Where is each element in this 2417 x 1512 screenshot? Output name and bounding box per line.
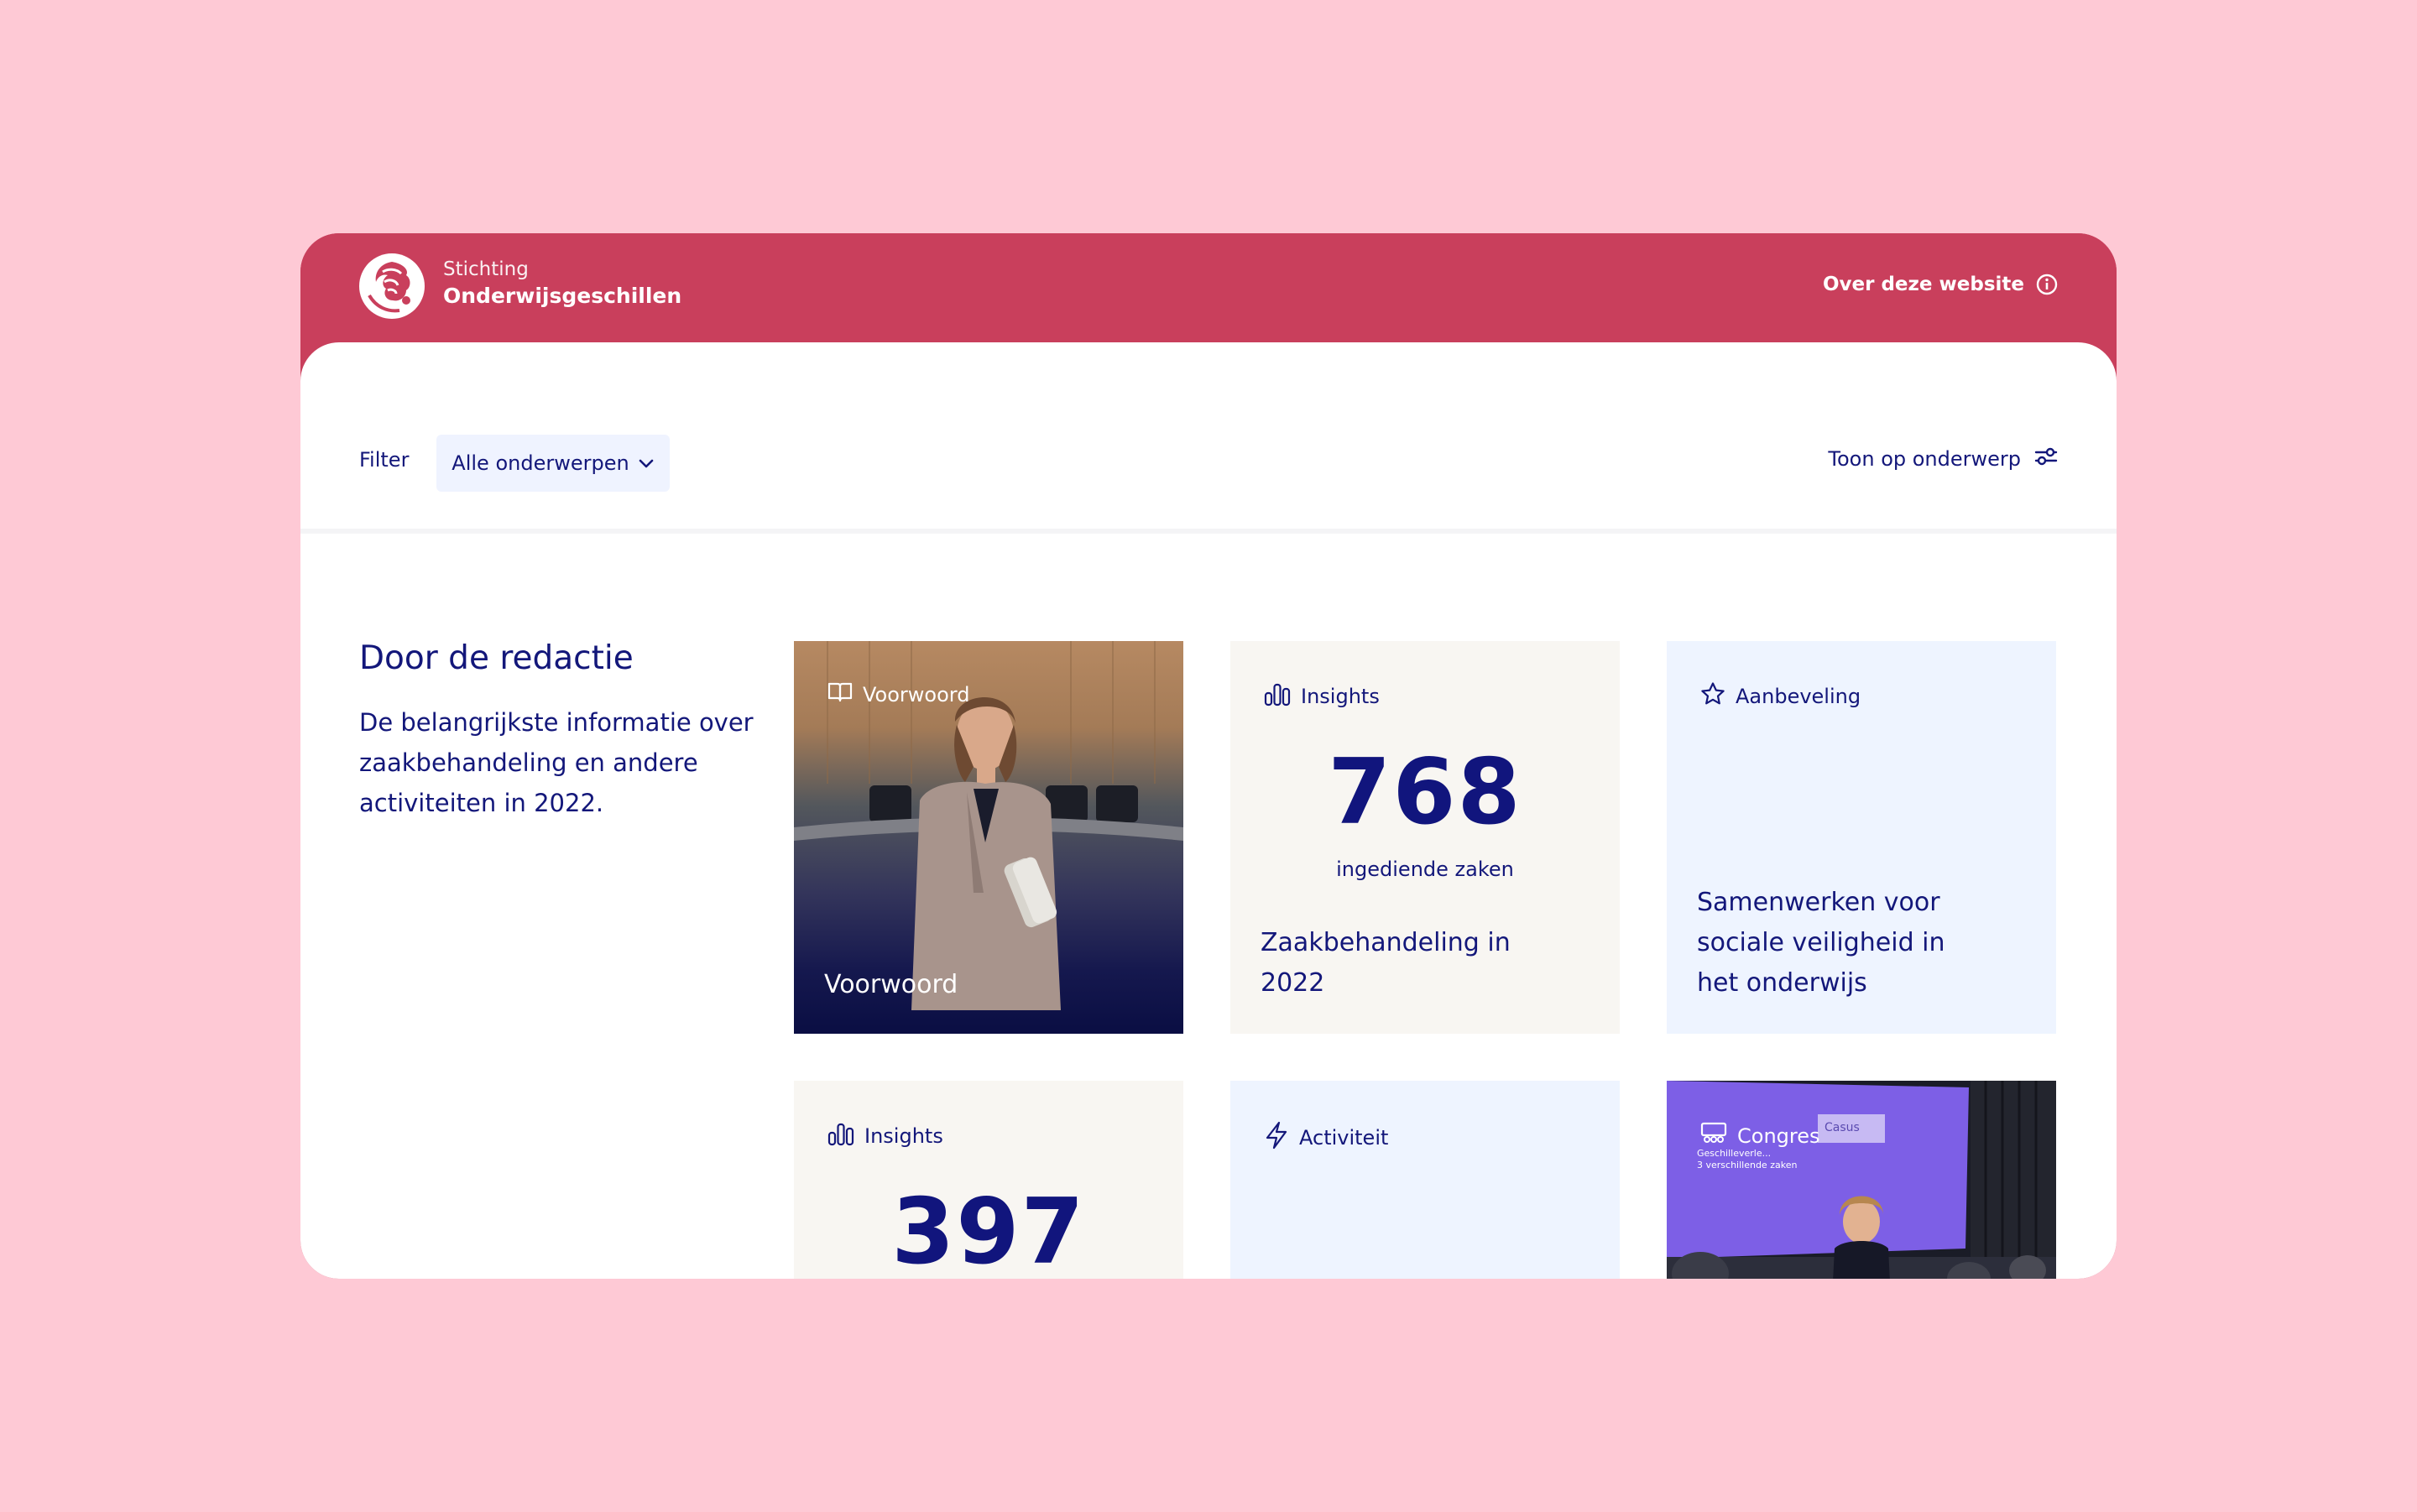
card-category: Insights (1264, 681, 1380, 712)
card-title: Samenwerken voor sociale veiligheid in h… (1697, 888, 1945, 998)
about-website-link[interactable]: Over deze website (1823, 274, 2058, 295)
card-congres[interactable]: Casus Geschilleverle... 3 verschillende … (1667, 1081, 2056, 1279)
topic-filter-dropdown[interactable]: Alle onderwerpen (436, 435, 670, 492)
brand-main-text: Onderwijsgeschillen (443, 284, 682, 309)
filter-label: Filter (359, 448, 410, 472)
slide-bullet: 3 verschillende zaken (1697, 1160, 1798, 1170)
card-category-label: Insights (1301, 685, 1380, 708)
chevron-down-icon (638, 451, 655, 475)
stat-number: 397 (891, 1180, 1086, 1279)
stat-caption: ingediende zaken (1336, 858, 1514, 881)
browser-window: Stichting Onderwijsgeschillen Over deze … (300, 233, 2117, 1279)
card-aanbeveling[interactable]: Aanbeveling Samenwerken voor sociale vei… (1667, 641, 2056, 1034)
main-content: Filter Alle onderwerpen Toon op onderwer… (300, 342, 2117, 1279)
card-category-label: Aanbeveling (1736, 685, 1861, 708)
card-insights-397[interactable]: Insights 397 (794, 1081, 1183, 1279)
editorial-intro: Door de redactie De belangrijkste inform… (359, 639, 754, 823)
star-icon (1700, 681, 1725, 712)
bar-chart-icon (827, 1121, 854, 1151)
card-title: Voorwoord (824, 970, 958, 999)
book-icon (827, 681, 853, 708)
brand-small-text: Stichting (443, 258, 529, 280)
card-category-label: Voorwoord (863, 683, 970, 706)
stat-number: 768 (1328, 740, 1522, 845)
card-activiteit[interactable]: Activiteit (1230, 1081, 1620, 1279)
congress-photo (1667, 1081, 2056, 1279)
card-insights-768[interactable]: Insights 768 ingediende zaken Zaakbehand… (1230, 641, 1620, 1034)
card-category: Aanbeveling (1700, 681, 1861, 712)
presentation-icon (1700, 1121, 1727, 1151)
card-category-label: Insights (864, 1124, 943, 1148)
site-header: Stichting Onderwijsgeschillen Over deze … (300, 233, 2117, 344)
show-by-topic-toggle[interactable]: Toon op onderwerp (1828, 446, 2058, 472)
filter-bar: Filter Alle onderwerpen Toon op onderwer… (300, 342, 2117, 534)
card-category: Insights (827, 1121, 943, 1151)
info-icon (2036, 274, 2058, 295)
bar-chart-icon (1264, 681, 1291, 712)
sliders-icon (2034, 446, 2058, 472)
card-category: Voorwoord (827, 681, 969, 708)
section-title: Door de redactie (359, 639, 634, 677)
card-voorwoord[interactable]: Voorwoord Voorwoord (794, 641, 1183, 1034)
onderwijsgeschillen-logo-icon[interactable] (358, 252, 426, 321)
card-title: Zaakbehandeling in 2022 (1261, 928, 1511, 998)
lightning-icon (1264, 1121, 1289, 1155)
section-description: De belangrijkste informatie over zaakbeh… (359, 708, 754, 817)
topic-filter-value: Alle onderwerpen (452, 451, 629, 475)
card-category-label: Activiteit (1299, 1126, 1389, 1150)
brand-name[interactable]: Stichting Onderwijsgeschillen (443, 258, 681, 309)
card-category-label: Congres (1737, 1124, 1820, 1148)
about-website-label: Over deze website (1822, 274, 2024, 295)
slide-title: Casus (1824, 1121, 1860, 1134)
card-category: Congres (1700, 1121, 1820, 1151)
card-category: Activiteit (1264, 1121, 1388, 1155)
show-by-topic-label: Toon op onderwerp (1828, 447, 2021, 471)
